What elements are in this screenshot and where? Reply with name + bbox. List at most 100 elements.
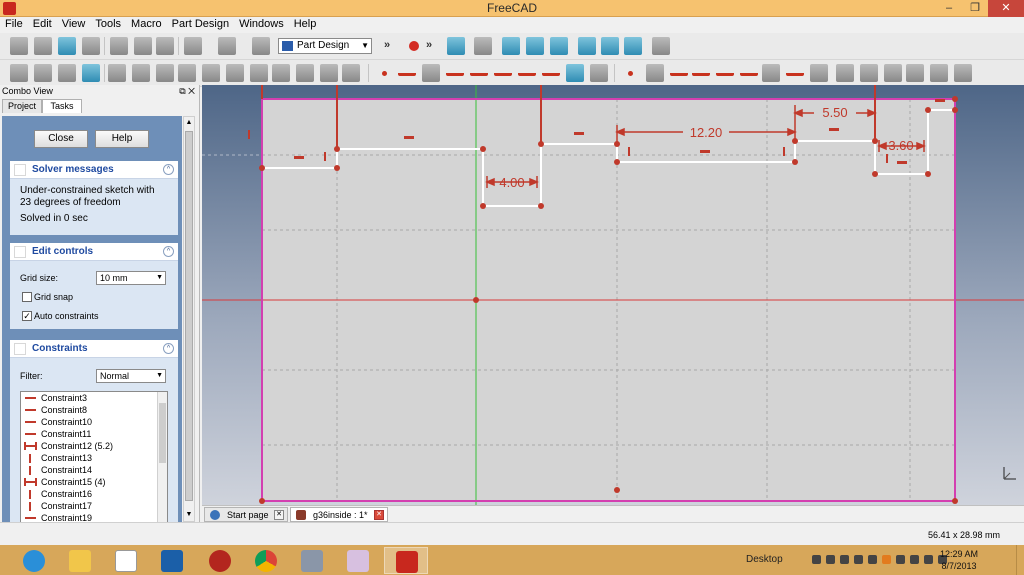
list-item[interactable]: Constraint16 — [21, 488, 167, 500]
lock-constraint-icon[interactable] — [836, 64, 854, 82]
3d-view[interactable]: 4.00 12.20 5.50 3.60 — [202, 85, 1024, 505]
help-button[interactable]: Help — [95, 130, 149, 148]
slot-icon[interactable] — [518, 64, 536, 76]
scroll-thumb[interactable] — [159, 403, 166, 463]
linear-pattern-icon[interactable] — [296, 64, 314, 82]
print-icon[interactable] — [82, 37, 100, 55]
map-sketch-icon[interactable] — [58, 64, 76, 82]
menu-view[interactable]: View — [57, 17, 91, 33]
list-item[interactable]: Constraint13 — [21, 452, 167, 464]
pad-icon[interactable] — [108, 64, 126, 82]
polyline-icon[interactable] — [470, 64, 488, 76]
rear-view-icon[interactable] — [578, 37, 596, 55]
minimize-button[interactable]: ‒ — [936, 0, 962, 17]
scroll-down-icon[interactable]: ▼ — [184, 510, 194, 520]
dock-controls-icon[interactable]: ⧉ ✕ — [179, 85, 195, 97]
revolve-icon[interactable] — [156, 64, 174, 82]
taskbar-settings[interactable] — [150, 547, 194, 574]
taskbar-amazon[interactable] — [104, 547, 148, 574]
menu-part-design[interactable]: Part Design — [167, 17, 234, 33]
horizontal-distance-icon[interactable] — [860, 64, 878, 82]
list-item[interactable]: Constraint10 — [21, 416, 167, 428]
angle-constraint-icon[interactable] — [954, 64, 972, 82]
equal-constraint-icon[interactable] — [786, 64, 804, 76]
network-icon[interactable] — [924, 555, 933, 564]
desktop-toolbar-label[interactable]: Desktop — [746, 554, 783, 565]
draft-icon[interactable] — [250, 64, 268, 82]
measure-icon[interactable] — [652, 37, 670, 55]
axonometric-view-icon[interactable] — [474, 37, 492, 55]
fillet-icon[interactable] — [202, 64, 220, 82]
taskbar-file-explorer[interactable] — [58, 547, 102, 574]
taskbar-paint[interactable] — [336, 547, 380, 574]
undo-icon[interactable] — [184, 37, 202, 55]
rectangle-icon[interactable] — [494, 64, 512, 76]
constraint-list-scrollbar[interactable] — [157, 392, 167, 522]
line-icon[interactable] — [398, 64, 416, 76]
front-view-icon[interactable] — [502, 37, 520, 55]
menu-windows[interactable]: Windows — [234, 17, 289, 33]
cut-icon[interactable] — [110, 37, 128, 55]
record-macro-icon[interactable] — [409, 41, 419, 51]
collapse-icon[interactable]: ^ — [163, 164, 174, 175]
tab-g36inside[interactable]: g36inside : 1* ✕ — [290, 507, 388, 522]
external-geometry-icon[interactable] — [566, 64, 584, 82]
close-button[interactable]: Close — [34, 130, 88, 148]
tray-app-icon[interactable] — [868, 555, 877, 564]
tray-app-icon[interactable] — [854, 555, 863, 564]
menu-help[interactable]: Help — [289, 17, 322, 33]
edit-controls-header[interactable]: Edit controls ^ — [10, 243, 178, 261]
circle-icon[interactable] — [446, 64, 464, 76]
auto-constraints-checkbox[interactable]: ✓ — [22, 311, 32, 321]
taskbar-power[interactable] — [198, 547, 242, 574]
dimension-label[interactable]: 5.50 — [822, 105, 847, 120]
groove-icon[interactable] — [178, 64, 196, 82]
close-window-button[interactable]: ✕ — [988, 0, 1024, 17]
tray-app-icon[interactable] — [826, 555, 835, 564]
scroll-thumb[interactable] — [185, 131, 193, 501]
list-item[interactable]: Constraint8 — [21, 404, 167, 416]
fit-all-icon[interactable] — [447, 37, 465, 55]
bottom-view-icon[interactable] — [601, 37, 619, 55]
show-desktop-button[interactable] — [1016, 545, 1024, 575]
task-panel-scrollbar[interactable]: ▲ ▼ — [183, 116, 195, 522]
vertical-constraint-icon[interactable] — [670, 64, 688, 76]
copy-icon[interactable] — [134, 37, 152, 55]
grid-snap-checkbox[interactable] — [22, 292, 32, 302]
horizontal-constraint-icon[interactable] — [692, 64, 710, 76]
chevron-up-icon[interactable] — [812, 555, 821, 564]
point-icon[interactable] — [382, 71, 387, 76]
dimension-label[interactable]: 4.00 — [499, 175, 524, 190]
redo-icon[interactable] — [218, 37, 236, 55]
battery-icon[interactable] — [910, 555, 919, 564]
close-tab-icon[interactable]: ✕ — [374, 510, 384, 520]
taskbar-calculator[interactable] — [290, 547, 334, 574]
arc-icon[interactable] — [422, 64, 440, 82]
tab-project[interactable]: Project — [2, 99, 42, 113]
vertical-distance-icon[interactable] — [884, 64, 902, 82]
parallel-constraint-icon[interactable] — [716, 64, 734, 76]
list-item[interactable]: Constraint15 (4) — [21, 476, 167, 488]
radius-constraint-icon[interactable] — [930, 64, 948, 82]
polar-pattern-icon[interactable] — [320, 64, 338, 82]
menu-macro[interactable]: Macro — [126, 17, 167, 33]
scroll-up-icon[interactable]: ▲ — [184, 118, 194, 128]
menu-tools[interactable]: Tools — [90, 17, 126, 33]
trim-icon[interactable] — [542, 64, 560, 76]
sketch-canvas[interactable]: 4.00 12.20 5.50 3.60 — [202, 85, 1024, 505]
list-item[interactable]: Constraint14 — [21, 464, 167, 476]
point-on-object-constraint-icon[interactable] — [646, 64, 664, 82]
workbench-selector[interactable]: Part Design ▼ — [278, 38, 372, 54]
pocket-icon[interactable] — [132, 64, 150, 82]
tangent-constraint-icon[interactable] — [762, 64, 780, 82]
taskbar-internet-explorer[interactable] — [12, 547, 56, 574]
collapse-icon[interactable]: ^ — [163, 343, 174, 354]
new-sketch-icon[interactable] — [10, 64, 28, 82]
constraint-list[interactable]: Constraint3 Constraint8 Constraint10 Con… — [20, 391, 168, 522]
solver-messages-header[interactable]: Solver messages ^ — [10, 161, 178, 179]
open-file-icon[interactable] — [34, 37, 52, 55]
menu-file[interactable]: File — [0, 17, 28, 33]
collapse-icon[interactable]: ^ — [163, 246, 174, 257]
maximize-button[interactable]: ❐ — [962, 0, 988, 17]
symmetric-constraint-icon[interactable] — [810, 64, 828, 82]
